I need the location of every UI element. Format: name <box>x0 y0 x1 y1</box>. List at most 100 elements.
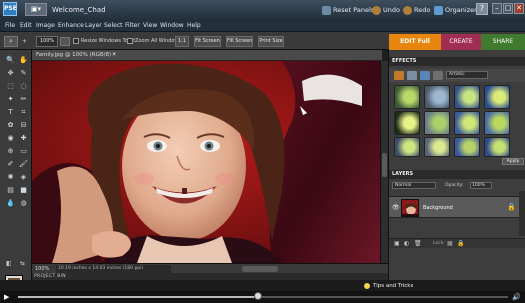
brush-tool-icon[interactable]: 🖌 <box>18 159 29 169</box>
clone-stamp-icon[interactable]: ⊕ <box>5 146 16 156</box>
selection-brush-icon[interactable]: ✏ <box>18 94 29 104</box>
hand-tool-icon[interactable]: ✋ <box>18 55 29 65</box>
menu-enhance[interactable]: Enhance <box>58 20 84 32</box>
crop-tool-icon[interactable]: ⌗ <box>18 107 29 117</box>
effect-thumbnail[interactable] <box>484 85 510 109</box>
effect-thumbnail[interactable] <box>454 111 480 135</box>
lock-transparent-icon[interactable]: ▦ <box>447 240 453 247</box>
menu-window[interactable]: Window <box>160 20 184 32</box>
effect-thumbnail[interactable] <box>424 111 450 135</box>
project-bin-bar[interactable]: PROJECT BIN <box>32 273 388 280</box>
menu-image[interactable]: Image <box>36 20 55 32</box>
magic-wand-icon[interactable]: ✦ <box>5 94 16 104</box>
document-close-icon[interactable]: ✕ <box>112 50 116 61</box>
effect-thumbnail[interactable] <box>454 137 480 157</box>
effect-thumbnail[interactable] <box>394 111 420 135</box>
layers-panel-header[interactable]: LAYERS <box>389 170 525 179</box>
vertical-scroll-thumb[interactable] <box>382 153 387 177</box>
marquee-tool-icon[interactable]: ⬚ <box>5 81 16 91</box>
swap-colors-icon[interactable]: ⇆ <box>20 260 27 267</box>
filters-icon[interactable] <box>394 71 404 80</box>
layers-scrollbar[interactable] <box>519 191 525 236</box>
straighten-tool-icon[interactable]: ⊟ <box>18 120 29 130</box>
lasso-tool-icon[interactable]: ◌ <box>18 81 29 91</box>
delete-layer-icon[interactable]: 🗑 <box>414 240 422 247</box>
play-icon[interactable]: ▶ <box>4 293 9 301</box>
document-tab[interactable]: Family.jpg @ 100% (RGB/8) * <box>36 50 116 61</box>
menu-select[interactable]: Select <box>104 20 123 32</box>
zoom-percent-field[interactable]: 100% <box>36 36 58 47</box>
effect-thumbnail[interactable] <box>424 137 450 157</box>
menu-layer[interactable]: Layer <box>85 20 102 32</box>
move-tool-icon[interactable]: ✥ <box>5 68 16 78</box>
effect-thumbnail[interactable] <box>424 85 450 109</box>
layer-row-background[interactable]: 👁 Background 🔒 <box>389 196 519 218</box>
effect-thumbnail[interactable] <box>484 137 510 157</box>
cookie-cutter-icon[interactable]: ✿ <box>5 120 16 130</box>
lock-all-icon[interactable]: 🔒 <box>457 240 464 247</box>
image-canvas[interactable] <box>32 61 382 263</box>
menu-edit[interactable]: Edit <box>20 20 32 32</box>
tab-share[interactable]: SHARE <box>481 34 525 50</box>
undo-button[interactable]: Undo <box>372 4 400 16</box>
zoom-slider-icon[interactable] <box>60 37 70 46</box>
gradient-tool-icon[interactable]: ▤ <box>5 185 16 195</box>
help-icon[interactable]: ? <box>476 3 488 15</box>
healing-brush-icon[interactable]: ✚ <box>18 133 29 143</box>
eraser-tool-icon[interactable]: ▭ <box>18 146 29 156</box>
effect-thumbnail[interactable] <box>454 85 480 109</box>
canvas-vertical-scrollbar[interactable] <box>380 61 388 273</box>
paint-bucket-icon[interactable]: ◈ <box>18 172 29 182</box>
actual-pixels-button[interactable]: 1:1 <box>175 36 189 47</box>
effects-category-dropdown[interactable]: Artistic <box>446 71 488 79</box>
visibility-eye-icon[interactable]: 👁 <box>392 204 400 211</box>
reset-panels-button[interactable]: Reset Panels <box>322 4 374 16</box>
effect-thumbnail[interactable] <box>394 137 420 157</box>
zoom-in-icon[interactable]: + <box>22 37 32 46</box>
tab-create[interactable]: CREATE <box>441 34 481 50</box>
minimize-button[interactable]: – <box>492 3 502 14</box>
layer-styles-icon[interactable] <box>407 71 417 80</box>
print-size-button[interactable]: Print Size <box>258 36 284 47</box>
workspace-switch-icon[interactable]: ▣▾ <box>25 3 47 16</box>
apply-button[interactable]: Apply <box>502 158 524 165</box>
document-size-status[interactable]: 10.19 inches x 14.03 inches (180 ppi) <box>56 265 171 273</box>
effects-panel-header[interactable]: EFFECTS <box>389 57 525 66</box>
new-layer-icon[interactable]: ▣ <box>394 240 400 247</box>
menu-filter[interactable]: Filter <box>125 20 140 32</box>
tab-edit-full[interactable]: EDIT Full <box>389 34 441 50</box>
show-all-icon[interactable] <box>433 71 443 80</box>
effect-thumbnail[interactable] <box>394 85 420 109</box>
zoom-tool-icon[interactable]: 🔍 <box>5 55 16 65</box>
menu-view[interactable]: View <box>143 20 157 32</box>
maximize-button[interactable]: □ <box>503 3 513 14</box>
blend-mode-dropdown[interactable]: Normal <box>392 182 436 189</box>
red-eye-icon[interactable]: ◉ <box>5 133 16 143</box>
fill-screen-button[interactable]: Fill Screen <box>226 36 253 47</box>
opacity-field[interactable]: 100% <box>470 182 492 189</box>
resize-windows-checkbox[interactable]: Resize Windows To Fit <box>73 37 135 46</box>
photo-effects-icon[interactable] <box>420 71 430 80</box>
sponge-tool-icon[interactable]: ◍ <box>18 198 29 208</box>
type-tool-icon[interactable]: T <box>5 107 16 117</box>
pencil-tool-icon[interactable]: ✐ <box>5 159 16 169</box>
default-colors-icon[interactable]: ◧ <box>6 260 13 267</box>
fit-screen-button[interactable]: Fit Screen <box>194 36 221 47</box>
organizer-button[interactable]: Organizer <box>434 4 477 16</box>
horizontal-scroll-thumb[interactable] <box>242 266 278 272</box>
eyedropper-icon[interactable]: ✎ <box>18 68 29 78</box>
zoom-all-windows-checkbox[interactable]: Zoom All Windows <box>127 37 181 46</box>
effect-thumbnail[interactable] <box>484 111 510 135</box>
seek-handle[interactable] <box>254 292 263 300</box>
adjustment-layer-icon[interactable]: ◐ <box>404 240 409 247</box>
smart-brush-icon[interactable]: ✺ <box>5 172 16 182</box>
redo-button[interactable]: Redo <box>403 4 430 16</box>
tips-and-tricks-link[interactable]: Tips and Tricks <box>364 282 494 291</box>
blur-tool-icon[interactable]: 💧 <box>5 198 16 208</box>
menu-file[interactable]: File <box>5 20 15 32</box>
menu-help[interactable]: Help <box>187 20 201 32</box>
volume-icon[interactable]: 🔊 <box>512 293 521 301</box>
shape-tool-icon[interactable]: ■ <box>18 185 29 195</box>
close-button[interactable]: ✕ <box>514 3 524 14</box>
zoom-tool-icon[interactable]: ⌕ <box>4 36 18 47</box>
